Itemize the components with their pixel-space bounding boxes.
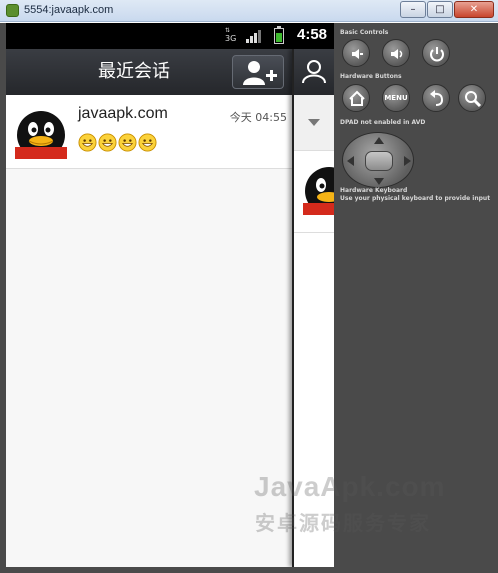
app-header: 最近会话 [6, 49, 292, 95]
hardware-keyboard-label: Hardware Keyboard [340, 187, 408, 194]
grin-emoji-icon [138, 133, 157, 152]
menu-button[interactable]: MENU [382, 84, 410, 112]
user-icon[interactable] [294, 49, 334, 95]
search-button[interactable] [458, 84, 486, 112]
home-button[interactable] [342, 84, 370, 112]
panel-header [294, 49, 334, 95]
conversation-time: 今天 04:55 [229, 111, 287, 124]
grin-emoji-icon [78, 133, 97, 152]
add-user-icon [243, 61, 277, 85]
network-3g-icon: ⇅ 3G [225, 27, 237, 43]
dpad-center-button[interactable] [365, 151, 393, 171]
grin-emoji-icon [98, 133, 117, 152]
dpad-label: DPAD not enabled in AVD [340, 119, 426, 126]
back-button[interactable] [422, 84, 450, 112]
power-icon [430, 47, 444, 62]
volume-down-icon [352, 49, 363, 59]
maximize-button[interactable]: □ [427, 1, 453, 18]
list-item[interactable]: javaapk.com 今天 04:55 [6, 95, 292, 169]
panel-subheader [294, 95, 334, 151]
volume-up-icon [391, 49, 403, 59]
hardware-keyboard-note: Use your physical keyboard to provide in… [340, 195, 491, 202]
watermark-line2: 安卓源码服务专家 [255, 511, 431, 535]
penguin-avatar-icon [15, 107, 67, 159]
basic-controls-label: Basic Controls [340, 29, 389, 36]
window-buttons: – □ ✕ [400, 1, 494, 18]
minimize-button[interactable]: – [400, 1, 426, 18]
battery-icon [274, 26, 284, 44]
conversation-list: javaapk.com 今天 04:55 [6, 95, 292, 567]
home-icon [349, 90, 365, 106]
emulator-body: ⇅ 3G 4:58 最近会话 javaapk.com 今天 04:55 Basi… [0, 23, 498, 573]
status-bar: ⇅ 3G 4:58 [6, 23, 334, 49]
window-titlebar: 5554:javaapk.com – □ ✕ [0, 0, 498, 22]
add-contact-button[interactable] [232, 55, 284, 89]
search-icon [465, 91, 482, 108]
watermark-line1: JavaApk.com [254, 471, 446, 502]
dpad[interactable] [342, 132, 414, 188]
signal-icon [246, 29, 261, 43]
volume-down-button[interactable] [342, 39, 370, 67]
panel-list-item[interactable] [294, 151, 334, 233]
grin-emoji-icon [118, 133, 137, 152]
back-icon [430, 90, 444, 106]
hardware-buttons-label: Hardware Buttons [340, 73, 402, 80]
conversation-name: javaapk.com [78, 105, 168, 122]
android-app-icon [6, 4, 19, 17]
penguin-avatar-icon [303, 167, 334, 215]
menu-button-label: MENU [384, 94, 408, 102]
volume-up-button[interactable] [382, 39, 410, 67]
message-preview [78, 133, 157, 152]
window-title: 5554:javaapk.com [24, 4, 114, 16]
status-time: 4:58 [297, 26, 328, 43]
dropdown-arrow-icon[interactable] [294, 95, 334, 151]
close-button[interactable]: ✕ [454, 1, 494, 18]
power-button[interactable] [422, 39, 450, 67]
